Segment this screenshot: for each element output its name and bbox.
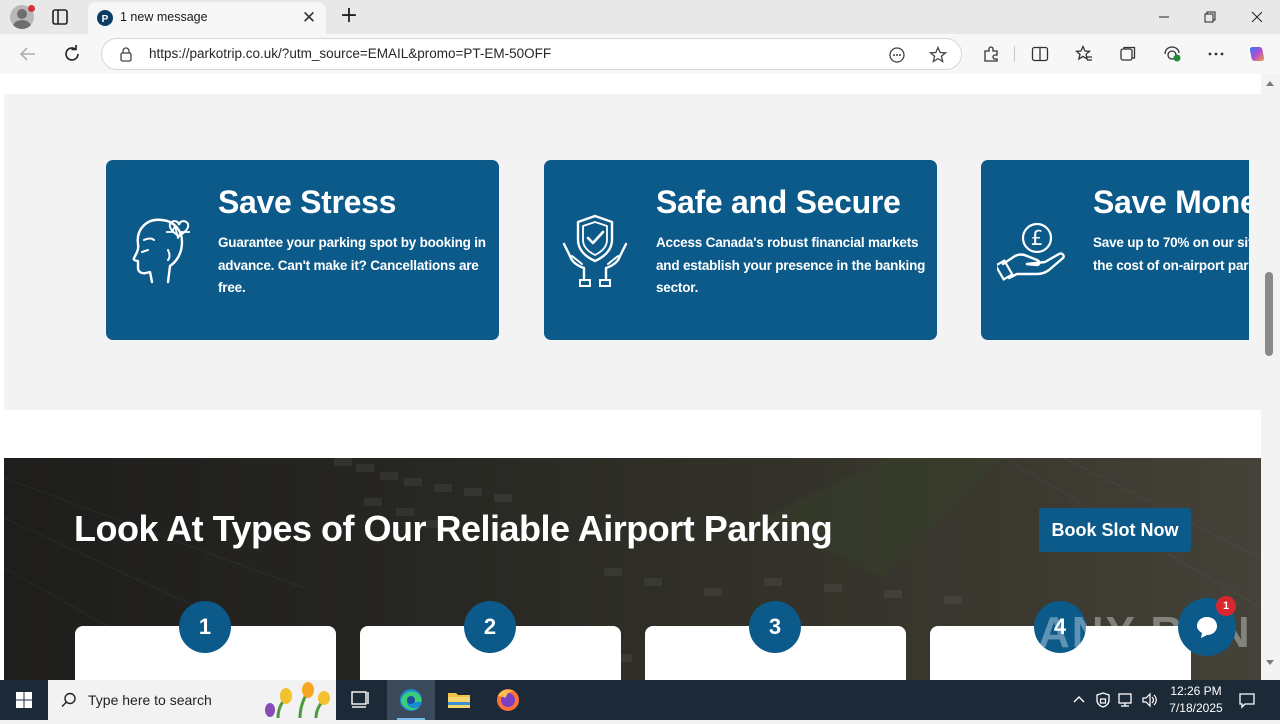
feature-card-save-money[interactable]: £ Save Money Save up to 70% on our site …: [981, 160, 1249, 340]
scroll-thumb[interactable]: [1265, 272, 1273, 356]
toolbar-separator: [1014, 46, 1015, 62]
favorite-star-icon[interactable]: [928, 45, 948, 65]
tab-close-icon[interactable]: ✕: [300, 9, 318, 27]
book-slot-button[interactable]: Book Slot Now: [1039, 508, 1191, 552]
tulips-decoration-icon: [265, 682, 330, 718]
svg-text:P: P: [102, 14, 109, 25]
feature-card-text: Guarantee your parking spot by booking i…: [218, 235, 486, 295]
hand-pound-icon: £: [997, 222, 1065, 281]
volume-icon[interactable]: [1141, 691, 1159, 709]
clock-time: 12:26 PM: [1170, 684, 1222, 698]
stress-face-heartbeat-icon: [132, 218, 190, 284]
feature-card-save-stress[interactable]: Save Stress Guarantee your parking spot …: [106, 160, 499, 340]
section-spacer: [4, 410, 1261, 458]
page-scrollbar[interactable]: [1261, 74, 1280, 680]
scroll-up-arrow-icon[interactable]: [1266, 81, 1274, 86]
new-tab-button[interactable]: +: [338, 5, 360, 27]
profile-notification-dot: [28, 5, 35, 12]
page-top-band: [4, 74, 1261, 94]
feature-card-title: Save Money: [1093, 184, 1249, 220]
restore-button[interactable]: [1187, 0, 1233, 34]
step-number-3: 3: [749, 601, 801, 653]
split-screen-icon[interactable]: [1030, 44, 1050, 64]
lock-icon[interactable]: [118, 46, 134, 62]
feature-card-safe-secure[interactable]: Safe and Secure Access Canada's robust f…: [544, 160, 937, 340]
shield-hands-icon: [562, 214, 628, 287]
tab-actions-icon[interactable]: [50, 7, 70, 27]
browser-essentials-icon[interactable]: [1162, 44, 1182, 64]
collections-icon[interactable]: [1118, 44, 1138, 64]
features-section: or k & Save Stress: [4, 94, 1261, 410]
tab-active[interactable]: P 1 new message ✕: [88, 2, 326, 34]
task-view-icon[interactable]: [336, 680, 384, 720]
edge-taskbar-icon[interactable]: [387, 680, 435, 720]
taskbar-clock[interactable]: 12:26 PM 7/18/2025: [1160, 683, 1232, 717]
favorites-icon[interactable]: [1074, 44, 1094, 64]
feature-card-title: Safe and Secure: [656, 184, 901, 220]
search-placeholder: Type here to search: [88, 692, 212, 708]
section-heading: Look At Types of Our Reliable Airport Pa…: [74, 508, 833, 549]
clock-date: 7/18/2025: [1169, 701, 1223, 715]
page-viewport: or k & Save Stress: [0, 74, 1280, 680]
refresh-icon[interactable]: [60, 42, 84, 66]
minimize-button[interactable]: [1141, 0, 1187, 34]
windows-taskbar: Type here to search 12:26 PM 7/18/2025: [0, 680, 1280, 720]
network-icon[interactable]: [1117, 691, 1135, 709]
defender-tray-icon[interactable]: [1094, 691, 1112, 709]
address-bar[interactable]: https://parkotrip.co.uk/?utm_source=EMAI…: [101, 38, 962, 70]
chat-bubble-icon: [1197, 617, 1217, 638]
windows-start-icon[interactable]: [0, 680, 48, 720]
search-icon: [61, 692, 76, 707]
step-number-2: 2: [464, 601, 516, 653]
parking-types-section: Look At Types of Our Reliable Airport Pa…: [4, 458, 1261, 680]
tab-title: 1 new message: [120, 10, 208, 24]
notifications-icon[interactable]: [1238, 691, 1256, 709]
feature-card-text: Access Canada's robust financial markets…: [656, 235, 926, 295]
more-options-icon[interactable]: [1206, 44, 1226, 64]
feature-card-text: Save up to 70% on our site compared to t…: [1093, 235, 1249, 273]
copilot-icon[interactable]: [1247, 44, 1267, 64]
parkotrip-favicon-icon: P: [97, 10, 113, 26]
reading-view-icon[interactable]: [887, 45, 907, 65]
chevron-up-icon[interactable]: [1070, 691, 1088, 709]
close-window-button[interactable]: [1234, 0, 1280, 34]
extensions-icon[interactable]: [981, 44, 1001, 64]
file-explorer-icon[interactable]: [435, 680, 483, 720]
url-text[interactable]: https://parkotrip.co.uk/?utm_source=EMAI…: [149, 46, 551, 61]
svg-text:£: £: [1031, 226, 1044, 250]
step-number-1: 1: [179, 601, 231, 653]
feature-card-title: Save Stress: [218, 184, 397, 220]
browser-titlebar: P 1 new message ✕ +: [0, 0, 1280, 34]
firefox-icon[interactable]: [484, 680, 532, 720]
back-arrow-icon[interactable]: [16, 42, 40, 66]
scroll-down-arrow-icon[interactable]: [1266, 660, 1274, 665]
browser-toolbar: https://parkotrip.co.uk/?utm_source=EMAI…: [0, 34, 1280, 74]
web-page: or k & Save Stress: [4, 74, 1261, 680]
features-carousel[interactable]: or k & Save Stress: [16, 94, 1249, 410]
taskbar-search-box[interactable]: Type here to search: [48, 680, 336, 720]
chat-unread-badge: 1: [1216, 596, 1236, 616]
